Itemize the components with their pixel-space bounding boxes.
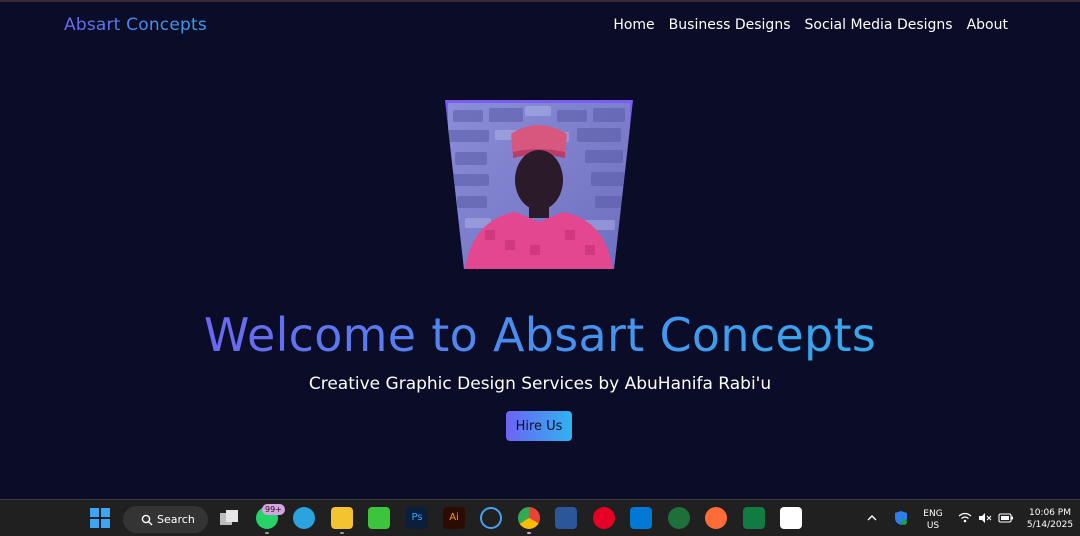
task-view-icon[interactable] <box>218 507 240 529</box>
capcut-icon[interactable] <box>780 507 802 529</box>
pinterest-icon[interactable] <box>593 507 615 529</box>
hotspot-icon[interactable] <box>480 507 502 529</box>
photoshop-icon[interactable]: Ps <box>406 507 428 529</box>
clock-time: 10:06 PM <box>1029 508 1071 518</box>
main-nav: Home Business Designs Social Media Desig… <box>613 17 1008 33</box>
vscode-icon[interactable] <box>630 507 652 529</box>
language-indicator[interactable]: ENG US <box>920 508 946 532</box>
clock-date: 5/14/2025 <box>1026 520 1074 530</box>
phone-link-icon[interactable] <box>368 507 390 529</box>
nav-social-media-designs[interactable]: Social Media Designs <box>805 17 953 33</box>
clock[interactable]: 10:06 PM 5/14/2025 <box>1022 507 1078 531</box>
postman-icon[interactable] <box>705 507 727 529</box>
window-top-border <box>0 0 1080 2</box>
nav-home[interactable]: Home <box>613 17 654 33</box>
taskbar: Search 99+ Ps Ai ENG US 10:06 PM 5/14/20… <box>0 499 1080 536</box>
windows-start-icon[interactable] <box>89 507 111 529</box>
taskbar-search[interactable]: Search <box>123 506 208 533</box>
profile-photo <box>445 100 633 269</box>
illustrator-icon[interactable]: Ai <box>443 507 465 529</box>
nav-business-designs[interactable]: Business Designs <box>669 17 791 33</box>
excel-icon[interactable] <box>743 507 765 529</box>
search-icon <box>141 514 153 525</box>
nav-about[interactable]: About <box>967 17 1008 33</box>
hero-title-text: Welcome to Absart Concepts <box>203 308 877 362</box>
hire-us-button[interactable]: Hire Us <box>506 411 572 441</box>
speaker-muted-icon[interactable] <box>977 507 993 529</box>
telegram-icon[interactable] <box>293 507 315 529</box>
region-code: US <box>926 521 940 531</box>
language-code: ENG <box>923 509 943 519</box>
whatsapp-badge: 99+ <box>262 504 285 515</box>
word-icon[interactable] <box>555 507 577 529</box>
security-shield-icon[interactable] <box>893 507 909 529</box>
file-explorer-icon[interactable] <box>331 507 353 534</box>
hero-title: Welcome to Absart Concepts <box>0 308 1080 362</box>
wifi-icon[interactable] <box>957 507 973 529</box>
brand-logo-text[interactable]: Absart Concepts <box>64 15 207 35</box>
hero-subtitle: Creative Graphic Design Services by AbuH… <box>308 374 772 394</box>
mongodb-icon[interactable] <box>668 507 690 529</box>
search-label: Search <box>157 513 195 526</box>
battery-icon[interactable] <box>997 507 1015 529</box>
chrome-icon[interactable] <box>518 507 540 534</box>
chevron-up-icon[interactable] <box>865 507 879 529</box>
